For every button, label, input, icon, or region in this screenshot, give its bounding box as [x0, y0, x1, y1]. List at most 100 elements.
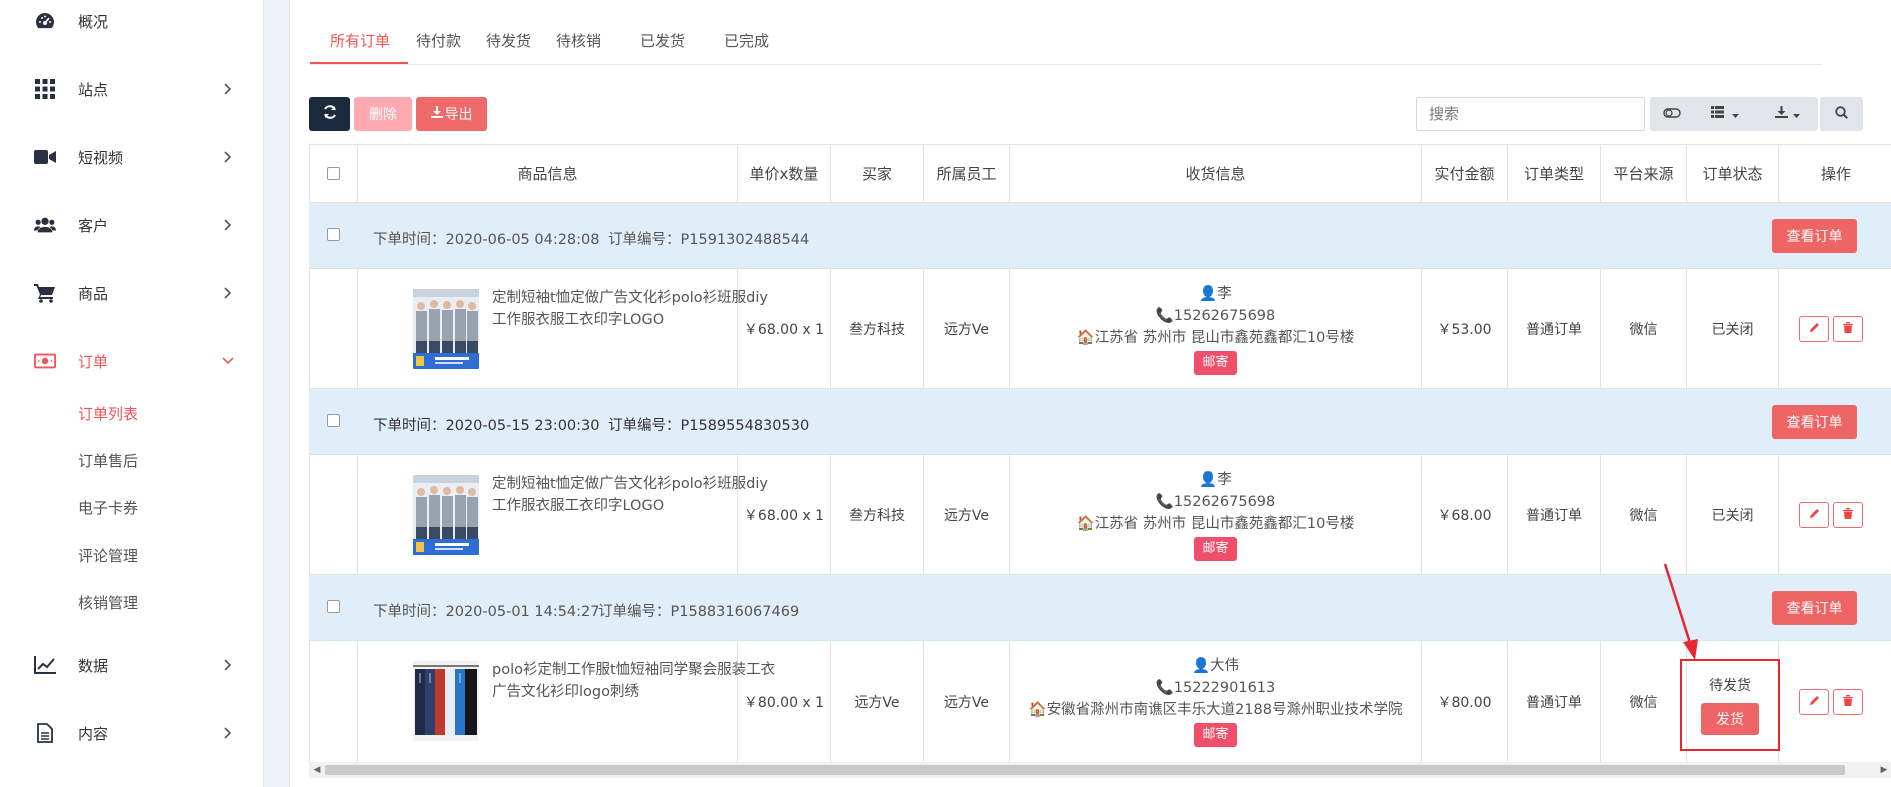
search-input[interactable]: [1416, 97, 1645, 131]
nav-label: 客户: [78, 216, 109, 235]
tab-completed[interactable]: 已完成: [724, 30, 769, 51]
sub-item-after-sales[interactable]: 订单售后: [78, 450, 138, 471]
pencil-icon: [1809, 694, 1820, 710]
delete-button[interactable]: 删除: [354, 97, 412, 131]
nav-label: 短视频: [78, 148, 124, 167]
order-type-cell: 普通订单: [1508, 455, 1601, 574]
col-actions: 操作: [1820, 165, 1851, 183]
nav-item-sites[interactable]: 站点: [0, 69, 264, 109]
user-icon: 👤: [1199, 286, 1218, 302]
product-thumbnail-shirts[interactable]: [413, 289, 479, 369]
price-qty-cell: ￥68.00 x 1: [738, 455, 831, 574]
product-cell: polo衫定制工作服t恤短袖同学聚会服装工衣广告文化衫印logo刺绣: [358, 641, 775, 762]
tab-pending-verification[interactable]: 待核销: [556, 30, 601, 51]
edit-order-button[interactable]: [1799, 316, 1829, 342]
trash-icon: [1843, 507, 1853, 523]
order-group-row: 下单时间：2020-05-01 14:54:27 订单编号：P158831606…: [309, 575, 1891, 641]
order-status-cell: 已关闭: [1687, 269, 1779, 388]
shipping-method-badge: 邮寄: [1194, 723, 1237, 747]
order-number: 订单编号：P1589554830530: [608, 418, 810, 434]
tab-pending-payment[interactable]: 待付款: [416, 30, 461, 51]
users-icon: [34, 214, 56, 236]
col-order-status: 订单状态: [1687, 145, 1779, 202]
table-row: 定制短袖t恤定做广告文化衫polo衫班服diy工作服衣服工衣印字LOGO ￥68…: [309, 269, 1891, 389]
nav-label: 内容: [78, 724, 109, 743]
dashboard-icon: [34, 10, 56, 32]
nav-item-products[interactable]: 商品: [0, 273, 264, 313]
nav-item-content[interactable]: 内容: [0, 713, 264, 753]
view-order-button[interactable]: 查看订单: [1772, 405, 1857, 439]
recipient-address: 江苏省 苏州市 昆山市鑫苑鑫都汇10号楼: [1094, 516, 1355, 532]
col-buyer: 买家: [831, 145, 924, 202]
order-type-cell: 普通订单: [1508, 641, 1601, 762]
shipping-cell: 👤李 📞15262675698 🏠江苏省 苏州市 昆山市鑫苑鑫都汇10号楼 邮寄: [1010, 455, 1422, 574]
shipping-method-badge: 邮寄: [1194, 537, 1237, 561]
tab-pending-shipment[interactable]: 待发货: [486, 30, 531, 51]
search-icon: [1835, 105, 1848, 123]
sub-item-order-list[interactable]: 订单列表: [78, 403, 138, 424]
nav-label: 站点: [78, 80, 109, 99]
scrollbar-thumb[interactable]: [325, 765, 1845, 775]
chevron-right-icon: [222, 219, 234, 231]
delete-order-button[interactable]: [1833, 316, 1863, 342]
amount-cell: ￥53.00: [1422, 269, 1508, 388]
table-row: polo衫定制工作服t恤短袖同学聚会服装工衣广告文化衫印logo刺绣 ￥80.0…: [309, 641, 1891, 762]
sub-item-verification[interactable]: 核销管理: [78, 592, 138, 613]
recipient-name: 李: [1217, 286, 1232, 302]
order-time: 下单时间：2020-05-15 23:00:30: [373, 418, 600, 434]
scroll-right-arrow-icon[interactable]: ▶: [1879, 765, 1889, 775]
horizontal-scrollbar[interactable]: ◀ ▶: [309, 762, 1891, 778]
sub-item-e-coupons[interactable]: 电子卡券: [78, 497, 138, 518]
tab-shipped[interactable]: 已发货: [640, 30, 685, 51]
nav-item-orders[interactable]: 订单: [0, 341, 264, 381]
download-dropdown-button[interactable]: [1756, 97, 1818, 131]
row-spacer-cell: [309, 269, 358, 388]
nav-item-data[interactable]: 数据: [0, 645, 264, 685]
phone-icon: 📞: [1155, 494, 1174, 510]
tab-all-orders[interactable]: 所有订单: [330, 30, 390, 51]
select-all-checkbox[interactable]: [327, 167, 340, 180]
product-thumbnail-shirts[interactable]: [413, 475, 479, 555]
nav-item-short-video[interactable]: 短视频: [0, 137, 264, 177]
staff-cell: 远方Ve: [924, 641, 1010, 762]
edit-order-button[interactable]: [1799, 689, 1829, 715]
col-platform: 平台来源: [1601, 145, 1687, 202]
staff-cell: 远方Ve: [924, 269, 1010, 388]
col-shipping-info: 收货信息: [1010, 145, 1422, 202]
sidebar: 概况 站点 短视频 客户 商品 订单 订单列表 订单售后 电子卡券 评论管理 核…: [0, 0, 264, 787]
row-checkbox[interactable]: [327, 414, 340, 427]
row-checkbox[interactable]: [327, 228, 340, 241]
search-button[interactable]: [1820, 97, 1863, 131]
shopping-cart-icon: [34, 282, 56, 304]
nav-item-customers[interactable]: 客户: [0, 205, 264, 245]
row-checkbox[interactable]: [327, 600, 340, 613]
toggle-view-button[interactable]: [1650, 97, 1694, 131]
row-select-cell: [309, 575, 358, 640]
download-icon: [1774, 106, 1788, 122]
delete-order-button[interactable]: [1833, 502, 1863, 528]
export-button[interactable]: 导出: [416, 97, 487, 131]
product-thumbnail-polo-shirts[interactable]: [413, 661, 479, 741]
shipping-method-badge: 邮寄: [1194, 351, 1237, 375]
refresh-button[interactable]: [309, 97, 350, 131]
edit-order-button[interactable]: [1799, 502, 1829, 528]
row-spacer-cell: [309, 455, 358, 574]
buyer-cell: 叁方科技: [831, 455, 924, 574]
nav-item-overview[interactable]: 概况: [0, 1, 264, 41]
view-order-button[interactable]: 查看订单: [1772, 591, 1857, 625]
columns-dropdown-button[interactable]: [1694, 97, 1756, 131]
shipping-info: 👤大伟 📞15222901613 🏠安徽省滁州市南谯区丰乐大道2188号滁州职业…: [1010, 655, 1421, 747]
scroll-left-arrow-icon[interactable]: ◀: [312, 765, 322, 775]
price-qty-cell: ￥68.00 x 1: [738, 269, 831, 388]
phone-icon: 📞: [1155, 308, 1174, 324]
product-cell: 定制短袖t恤定做广告文化衫polo衫班服diy工作服衣服工衣印字LOGO: [358, 455, 768, 574]
sub-item-reviews[interactable]: 评论管理: [78, 545, 138, 566]
ship-order-button[interactable]: 发货: [1701, 703, 1759, 735]
shipping-cell: 👤李 📞15262675698 🏠江苏省 苏州市 昆山市鑫苑鑫都汇10号楼 邮寄: [1010, 269, 1422, 388]
buyer-cell: 远方Ve: [831, 641, 924, 762]
home-icon: 🏠: [1076, 516, 1095, 532]
delete-order-button[interactable]: [1833, 689, 1863, 715]
chevron-right-icon: [222, 727, 234, 739]
col-order-type: 订单类型: [1508, 145, 1601, 202]
view-order-button[interactable]: 查看订单: [1772, 219, 1857, 253]
